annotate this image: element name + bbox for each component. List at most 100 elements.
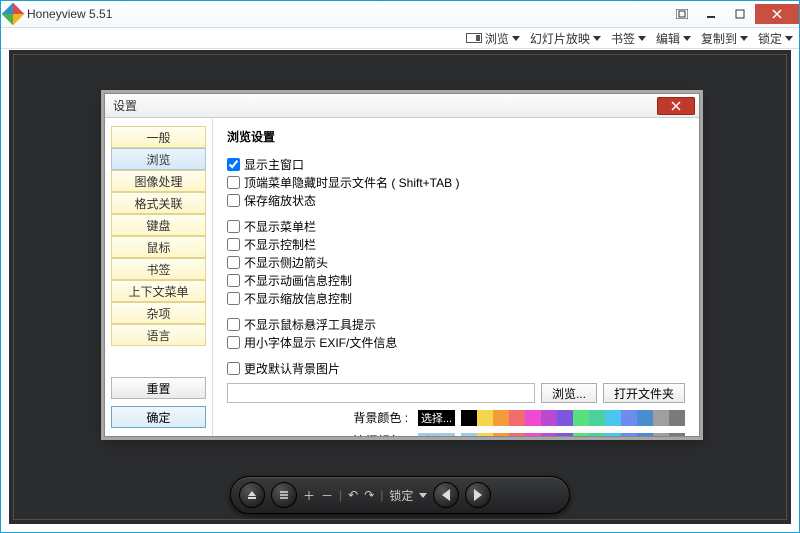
- bg-image-path-input[interactable]: [227, 383, 535, 403]
- color-swatch[interactable]: [557, 410, 573, 426]
- color-swatch[interactable]: [653, 433, 669, 437]
- settings-dialog: 设置 一般浏览图像处理格式关联键盘鼠标书签上下文菜单杂项语言 重置 确定 浏览设…: [104, 93, 700, 437]
- player-bar: ＋ － | ↶ ↷ | 锁定: [230, 476, 570, 514]
- chk-small-font-exif[interactable]: 用小字体显示 EXIF/文件信息: [227, 333, 685, 351]
- chk-save-zoom[interactable]: 保存缩放状态: [227, 191, 685, 209]
- color-swatch[interactable]: [573, 433, 589, 437]
- color-swatch[interactable]: [493, 410, 509, 426]
- ok-button[interactable]: 确定: [111, 406, 206, 428]
- color-swatch[interactable]: [525, 410, 541, 426]
- color-swatch[interactable]: [669, 433, 685, 437]
- color-swatch[interactable]: [573, 410, 589, 426]
- settings-tab-3[interactable]: 格式关联: [111, 192, 206, 214]
- toolbar-edit[interactable]: 编辑: [656, 30, 691, 47]
- reset-button[interactable]: 重置: [111, 377, 206, 399]
- chk-change-bg-image[interactable]: 更改默认背景图片: [227, 359, 685, 377]
- titlebar: Honeyview 5.51: [1, 1, 799, 27]
- maximize-button[interactable]: [726, 4, 754, 24]
- app-icon: [2, 3, 25, 26]
- dialog-title: 设置: [113, 97, 137, 114]
- minimize-button[interactable]: [697, 4, 725, 24]
- color-swatch[interactable]: [621, 410, 637, 426]
- app-window: Honeyview 5.51 浏览 幻灯片放映 书签 编辑 复制到 锁定 ＋ －…: [0, 0, 800, 533]
- chevron-down-icon: [785, 36, 793, 41]
- color-swatch[interactable]: [605, 433, 621, 437]
- chk-show-main-window[interactable]: 显示主窗口: [227, 155, 685, 173]
- chk-hide-side-arrows[interactable]: 不显示侧边箭头: [227, 253, 685, 271]
- color-swatch[interactable]: [589, 433, 605, 437]
- color-swatch[interactable]: [461, 410, 477, 426]
- settings-tab-5[interactable]: 鼠标: [111, 236, 206, 258]
- settings-tab-4[interactable]: 键盘: [111, 214, 206, 236]
- fullscreen-button[interactable]: [668, 4, 696, 24]
- color-swatch[interactable]: [493, 433, 509, 437]
- color-swatch[interactable]: [541, 410, 557, 426]
- dialog-titlebar: 设置: [105, 94, 699, 118]
- toolbar-slideshow[interactable]: 幻灯片放映: [530, 30, 601, 47]
- settings-tab-2[interactable]: 图像处理: [111, 170, 206, 192]
- bg-color-label: 背景颜色 :: [227, 409, 412, 426]
- settings-tab-0[interactable]: 一般: [111, 126, 206, 148]
- toolbar-view[interactable]: 浏览: [466, 30, 520, 47]
- chevron-down-icon: [512, 36, 520, 41]
- section-heading: 浏览设置: [227, 128, 685, 145]
- toolbar: 浏览 幻灯片放映 书签 编辑 复制到 锁定: [1, 27, 799, 49]
- color-swatch[interactable]: [637, 410, 653, 426]
- border-color-select-button[interactable]: 选择...: [418, 433, 455, 437]
- settings-tab-7[interactable]: 上下文菜单: [111, 280, 206, 302]
- color-swatch[interactable]: [653, 410, 669, 426]
- browse-button[interactable]: 浏览...: [541, 383, 597, 403]
- prev-button[interactable]: [433, 482, 459, 508]
- color-swatch[interactable]: [525, 433, 541, 437]
- chk-hide-zoom-control[interactable]: 不显示缩放信息控制: [227, 289, 685, 307]
- chk-hide-anim-control[interactable]: 不显示动画信息控制: [227, 271, 685, 289]
- rotate-right-icon[interactable]: ↷: [364, 488, 374, 502]
- bg-color-select-button[interactable]: 选择...: [418, 410, 455, 426]
- chevron-right-icon: [474, 489, 482, 501]
- color-swatch[interactable]: [461, 433, 477, 437]
- settings-sidebar: 一般浏览图像处理格式关联键盘鼠标书签上下文菜单杂项语言 重置 确定: [105, 118, 213, 436]
- color-swatch[interactable]: [637, 433, 653, 437]
- chk-hide-tooltip[interactable]: 不显示鼠标悬浮工具提示: [227, 315, 685, 333]
- color-swatch[interactable]: [669, 410, 685, 426]
- color-swatch[interactable]: [557, 433, 573, 437]
- player-controls: ＋ － | ↶ ↷ | 锁定: [303, 487, 427, 504]
- next-button[interactable]: [465, 482, 491, 508]
- chk-hide-controlbar[interactable]: 不显示控制栏: [227, 235, 685, 253]
- zoom-in-icon[interactable]: ＋: [303, 487, 315, 504]
- menu-button[interactable]: [271, 482, 297, 508]
- color-swatch[interactable]: [509, 410, 525, 426]
- color-swatch[interactable]: [621, 433, 637, 437]
- settings-tab-8[interactable]: 杂项: [111, 302, 206, 324]
- rotate-left-icon[interactable]: ↶: [348, 488, 358, 502]
- bg-color-palette: [461, 410, 685, 426]
- chk-hide-menubar[interactable]: 不显示菜单栏: [227, 217, 685, 235]
- dialog-close-button[interactable]: [657, 97, 695, 115]
- color-swatch[interactable]: [541, 433, 557, 437]
- border-color-label: 边框颜色 :: [227, 432, 412, 436]
- color-swatch[interactable]: [477, 410, 493, 426]
- view-mode-icon: [466, 33, 482, 43]
- toolbar-bookmark[interactable]: 书签: [611, 30, 646, 47]
- close-button[interactable]: [755, 4, 799, 24]
- toolbar-copy-to[interactable]: 复制到: [701, 30, 748, 47]
- chevron-down-icon: [638, 36, 646, 41]
- settings-content: 浏览设置 显示主窗口 顶端菜单隐藏时显示文件名 ( Shift+TAB ) 保存…: [213, 118, 699, 436]
- settings-tab-9[interactable]: 语言: [111, 324, 206, 346]
- toolbar-lock[interactable]: 锁定: [758, 30, 793, 47]
- zoom-out-icon[interactable]: －: [321, 487, 333, 504]
- chevron-down-icon: [593, 36, 601, 41]
- color-swatch[interactable]: [477, 433, 493, 437]
- color-swatch[interactable]: [509, 433, 525, 437]
- chk-show-filename[interactable]: 顶端菜单隐藏时显示文件名 ( Shift+TAB ): [227, 173, 685, 191]
- settings-tab-6[interactable]: 书签: [111, 258, 206, 280]
- player-lock-label[interactable]: 锁定: [389, 487, 413, 504]
- eject-button[interactable]: [239, 482, 265, 508]
- border-color-palette: [461, 433, 685, 437]
- color-swatch[interactable]: [605, 410, 621, 426]
- chevron-down-icon: [419, 493, 427, 498]
- open-folder-button[interactable]: 打开文件夹: [603, 383, 685, 403]
- settings-tab-1[interactable]: 浏览: [111, 148, 206, 170]
- chevron-down-icon: [740, 36, 748, 41]
- color-swatch[interactable]: [589, 410, 605, 426]
